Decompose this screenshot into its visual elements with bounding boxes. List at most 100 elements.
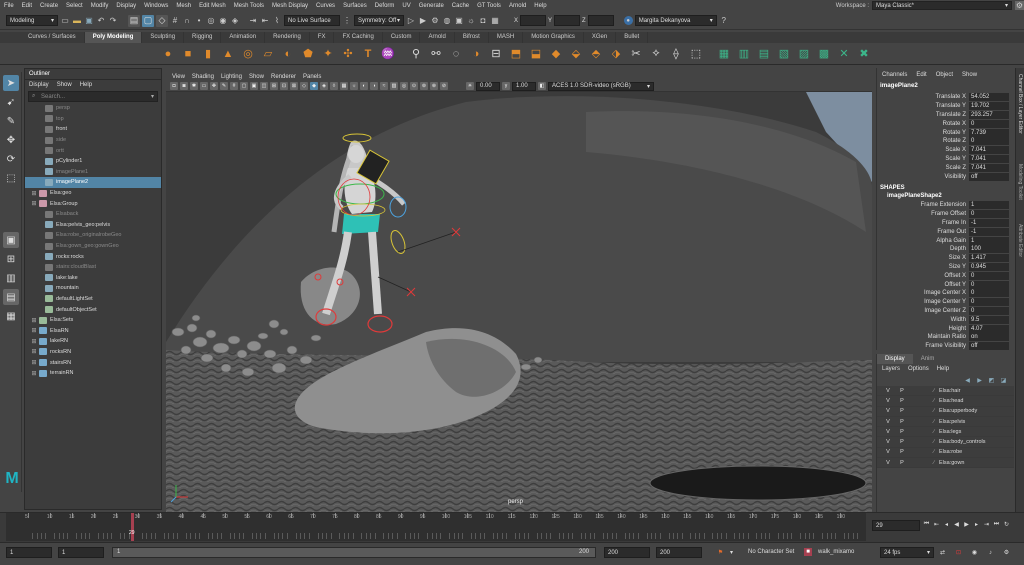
channel-attr-row[interactable]: Visibility off <box>877 172 1014 181</box>
channel-attr-row[interactable]: Offset Y0 <box>877 280 1014 289</box>
layer-name[interactable]: Elsa:hair <box>939 388 960 394</box>
menu-generate[interactable]: Generate <box>415 3 448 9</box>
channel-attr-value[interactable]: 1 <box>969 201 1009 210</box>
menu-select[interactable]: Select <box>62 3 87 9</box>
layer-row[interactable]: V P ∕ Elsa:robe <box>877 447 1014 459</box>
menu-modify[interactable]: Modify <box>87 3 113 9</box>
planar-map-icon[interactable]: ▥ <box>736 46 752 62</box>
outliner-menu-display[interactable]: Display <box>29 82 49 88</box>
render-settings-icon[interactable]: ⚙ <box>430 16 440 26</box>
menu-cache[interactable]: Cache <box>448 3 473 9</box>
boolean-icon[interactable]: ◑ <box>468 46 484 62</box>
type-tool-icon[interactable]: T <box>360 46 376 62</box>
symmetry-dropdown[interactable]: Symmetry: Off ▾ <box>354 15 404 26</box>
unfold-icon[interactable]: ▩ <box>816 46 832 62</box>
channel-attr-value[interactable]: 7.041 <box>969 146 1009 155</box>
viewport-menu-shading[interactable]: Shading <box>192 74 214 80</box>
outliner-item[interactable]: ⊞ Elsa:geo <box>25 188 161 199</box>
textured-icon[interactable]: ▦ <box>340 82 348 90</box>
settings-icon[interactable]: ⚙ <box>1015 1 1024 10</box>
default-material-icon[interactable]: ◈ <box>320 82 328 90</box>
make-hole-icon[interactable]: ⬗ <box>608 46 624 62</box>
layer-row[interactable]: V P ∕ Elsa:hair <box>877 386 1014 397</box>
outliner-item[interactable]: stairs:cloudBlast <box>25 262 161 273</box>
channel-attr-name[interactable]: Visibility <box>877 174 969 180</box>
layer-playback-toggle[interactable]: P <box>895 419 909 425</box>
paint-select-icon[interactable]: ✎ <box>3 113 19 129</box>
wireframe-on-shaded-icon[interactable]: ◊ <box>330 82 338 90</box>
gate-mask-icon[interactable]: ◫ <box>260 82 268 90</box>
outliner-item[interactable]: ⊞ Elsa:Group <box>25 198 161 209</box>
channel-attr-row[interactable]: Frame In -1 <box>877 218 1014 228</box>
step-back-frame-icon[interactable]: ◂ <box>942 520 951 529</box>
menu-mesh[interactable]: Mesh <box>172 3 195 9</box>
cylindrical-map-icon[interactable]: ▤ <box>756 46 772 62</box>
poly-cone-icon[interactable]: ▲ <box>220 46 236 62</box>
render-view-icon[interactable]: ▣ <box>454 16 464 26</box>
loop-icon[interactable]: ↻ <box>1002 520 1011 529</box>
menu-file[interactable]: File <box>0 3 18 9</box>
outliner-item[interactable]: defaultLightSet <box>25 294 161 305</box>
anti-aliasing-icon[interactable]: ▨ <box>390 82 398 90</box>
auto-key-icon[interactable]: ◉ <box>970 548 979 557</box>
channel-attr-name[interactable]: Depth <box>877 246 969 252</box>
step-forward-key-icon[interactable]: ⇥ <box>982 520 991 529</box>
expand-icon[interactable]: ⊞ <box>31 200 37 207</box>
tab-anim[interactable]: Anim <box>913 354 943 364</box>
channel-attr-name[interactable]: Scale X <box>877 147 969 153</box>
snap-grid-icon[interactable]: # <box>170 16 180 26</box>
layer-menu-help[interactable]: Help <box>937 366 949 372</box>
shelf-tab-fx[interactable]: FX <box>310 32 335 43</box>
grid-icon[interactable]: # <box>230 82 238 90</box>
layer-name[interactable]: Elsa:pelvis <box>939 419 965 425</box>
channel-attr-row[interactable]: Maintain Ratio on <box>877 333 1014 342</box>
layer-color-swatch[interactable] <box>913 428 927 436</box>
expand-icon[interactable]: ⊞ <box>31 338 37 345</box>
shelf-tab-bullet[interactable]: Bullet <box>616 32 649 43</box>
tab-display[interactable]: Display <box>877 354 913 364</box>
new-layer-selected-icon[interactable]: ◩ <box>987 376 996 385</box>
depth-of-field-icon[interactable]: ◎ <box>400 82 408 90</box>
go-to-end-icon[interactable]: ⏭ <box>992 520 1001 529</box>
shelf-tab-poly-modeling[interactable]: Poly Modeling <box>84 32 143 43</box>
character-set-arrow-icon[interactable]: ▾ <box>727 548 736 557</box>
snap-view-plane-icon[interactable]: ◉ <box>218 16 228 26</box>
snap-curve-icon[interactable]: ∩ <box>182 16 192 26</box>
bookmark-icon[interactable]: ✱ <box>190 82 198 90</box>
menu-gt-tools[interactable]: GT Tools <box>473 3 505 9</box>
image-plane-icon[interactable]: ▭ <box>200 82 208 90</box>
poly-torus-icon[interactable]: ◎ <box>240 46 256 62</box>
layer-name[interactable]: Elsa:body_controls <box>939 439 985 445</box>
side-tab-modeling-toolkit[interactable]: Modeling Toolkit <box>1017 164 1023 200</box>
platonic-solid-icon[interactable]: ⬟ <box>300 46 316 62</box>
poly-cylinder-icon[interactable]: ▮ <box>200 46 216 62</box>
menu-edit[interactable]: Edit <box>18 3 36 9</box>
bridge-icon[interactable]: ⬓ <box>528 46 544 62</box>
shelf-tab-bifrost[interactable]: Bifrost <box>455 32 489 43</box>
channel-attr-row[interactable]: Translate Z 293.257 <box>877 110 1014 120</box>
play-backwards-icon[interactable]: ◀ <box>952 520 961 529</box>
graph-layout-icon[interactable]: ▦ <box>3 308 19 324</box>
append-poly-icon[interactable]: ⬘ <box>588 46 604 62</box>
lasso-tool-icon[interactable]: ➹ <box>3 94 19 110</box>
backface-culling-icon[interactable]: ⊘ <box>440 82 448 90</box>
outliner-item[interactable]: Elsa:gown_geo:gownGeo <box>25 241 161 252</box>
outliner-item[interactable]: Elsa:pelvis_geo:pelvis <box>25 220 161 231</box>
channel-attr-name[interactable]: Offset Y <box>877 282 969 288</box>
loop-toggle-icon[interactable]: ⇄ <box>938 548 947 557</box>
outliner-item[interactable]: side <box>25 135 161 146</box>
xray-icon[interactable]: ⊚ <box>420 82 428 90</box>
combine-icon[interactable]: ⚲ <box>408 46 424 62</box>
channel-attr-row[interactable]: Size X 1.417 <box>877 254 1014 263</box>
channel-attr-name[interactable]: Image Center X <box>877 290 969 296</box>
preferences-icon[interactable]: ⚙ <box>1002 548 1011 557</box>
outliner-item[interactable]: ⊞ stairsRN <box>25 357 161 368</box>
range-slider[interactable]: 1 200 <box>112 547 596 558</box>
outliner-menu-show[interactable]: Show <box>57 82 72 88</box>
x-field[interactable] <box>520 15 547 26</box>
shadows-icon[interactable]: ◐ <box>360 82 368 90</box>
channel-attr-value[interactable]: 0 <box>969 298 1009 307</box>
save-scene-icon[interactable]: ▣ <box>84 16 94 26</box>
extrude-icon[interactable]: ⬒ <box>508 46 524 62</box>
isolate-select-icon[interactable]: ⊙ <box>410 82 418 90</box>
